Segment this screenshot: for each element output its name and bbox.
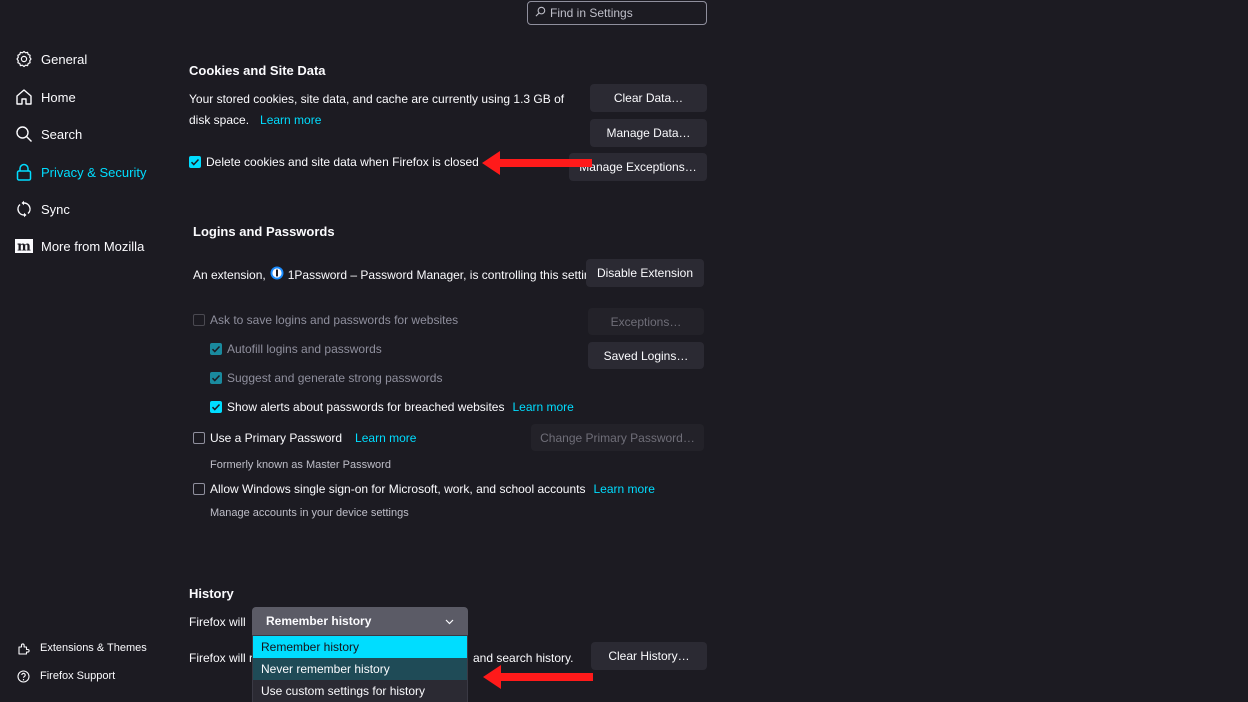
mozilla-icon: m — [15, 237, 33, 255]
cookies-description-line2: disk space. — [189, 113, 250, 127]
checkbox-unchecked[interactable] — [193, 483, 205, 495]
breach-learn-more-link[interactable]: Learn more — [512, 400, 573, 414]
sidebar-item-label: Home — [41, 89, 76, 105]
sidebar-item-label: Sync — [41, 201, 70, 217]
disable-extension-button[interactable]: Disable Extension — [586, 259, 704, 287]
primary-learn-more-link[interactable]: Learn more — [355, 431, 416, 445]
history-description-pre: Firefox will r — [189, 651, 254, 665]
sidebar-firefox-support[interactable]: Firefox Support — [17, 667, 115, 685]
saved-logins-button[interactable]: Saved Logins… — [588, 342, 704, 369]
search-input[interactable]: Find in Settings — [527, 1, 707, 25]
checkbox-checked[interactable] — [210, 343, 222, 355]
history-description-post: and search history. — [473, 651, 574, 665]
search-placeholder: Find in Settings — [550, 6, 633, 20]
delete-cookies-label: Delete cookies and site data when Firefo… — [206, 155, 479, 169]
sso-note: Manage accounts in your device settings — [210, 507, 409, 519]
gear-icon — [15, 50, 33, 68]
sidebar-extensions-themes[interactable]: Extensions & Themes — [17, 639, 147, 657]
delete-cookies-on-close-checkbox[interactable]: Delete cookies and site data when Firefo… — [189, 155, 479, 169]
sidebar-item-label: General — [41, 51, 88, 67]
firefox-will-label: Firefox will — [189, 615, 246, 629]
breach-alerts-checkbox[interactable]: Show alerts about passwords for breached… — [210, 400, 574, 414]
search-icon — [15, 125, 33, 143]
checkbox-checked[interactable] — [210, 401, 222, 413]
history-section-title: History — [189, 586, 234, 601]
sidebar-item-privacy-security[interactable]: Privacy & Security — [15, 161, 146, 183]
sidebar-item-label: Privacy & Security — [41, 164, 147, 180]
ask-to-save-logins-checkbox[interactable]: Ask to save logins and passwords for web… — [193, 313, 458, 327]
sidebar-item-home[interactable]: Home — [15, 86, 76, 108]
checkbox-unchecked[interactable] — [193, 432, 205, 444]
change-primary-password-button[interactable]: Change Primary Password… — [531, 424, 704, 451]
cookies-section-title: Cookies and Site Data — [189, 63, 326, 78]
history-option-custom[interactable]: Use custom settings for history — [253, 680, 467, 702]
sidebar-item-label: Search — [41, 126, 83, 142]
logins-section-title: Logins and Passwords — [193, 224, 335, 239]
sidebar-item-label: More from Mozilla — [41, 238, 145, 254]
windows-sso-checkbox[interactable]: Allow Windows single sign-on for Microso… — [193, 482, 655, 496]
sidebar-footer-label: Firefox Support — [40, 670, 116, 682]
history-dropdown-list: Remember history Never remember history … — [252, 635, 468, 702]
chevron-down-icon — [445, 614, 454, 628]
checkbox-checked[interactable] — [189, 156, 201, 168]
primary-password-checkbox[interactable]: Use a Primary Password Learn more — [193, 431, 416, 445]
breach-alerts-label: Show alerts about passwords for breached… — [227, 400, 505, 414]
history-select-value: Remember history — [266, 614, 372, 628]
svg-text:m: m — [17, 240, 31, 255]
autofill-label: Autofill logins and passwords — [227, 342, 382, 356]
sidebar-item-general[interactable]: General — [15, 48, 87, 70]
windows-sso-label: Allow Windows single sign-on for Microso… — [210, 482, 586, 496]
suggest-label: Suggest and generate strong passwords — [227, 371, 443, 385]
exceptions-button[interactable]: Exceptions… — [588, 308, 704, 335]
clear-history-button[interactable]: Clear History… — [591, 642, 707, 670]
checkbox-checked[interactable] — [210, 372, 222, 384]
primary-password-note: Formerly known as Master Password — [210, 459, 391, 471]
ask-to-save-label: Ask to save logins and passwords for web… — [210, 313, 459, 327]
autofill-logins-checkbox[interactable]: Autofill logins and passwords — [210, 342, 382, 356]
suggest-passwords-checkbox[interactable]: Suggest and generate strong passwords — [210, 371, 442, 385]
sso-learn-more-link[interactable]: Learn more — [594, 482, 655, 496]
cookies-description-line1: Your stored cookies, site data, and cach… — [189, 92, 565, 106]
primary-password-label: Use a Primary Password — [210, 431, 343, 445]
checkbox-unchecked[interactable] — [193, 314, 205, 326]
clear-data-button[interactable]: Clear Data… — [590, 84, 707, 112]
home-icon — [15, 88, 33, 106]
sidebar-item-search[interactable]: Search — [15, 123, 82, 145]
sidebar-footer-label: Extensions & Themes — [40, 642, 147, 654]
cookies-learn-more-link[interactable]: Learn more — [260, 113, 321, 127]
help-icon — [17, 669, 30, 683]
puzzle-icon — [17, 642, 30, 655]
history-option-never-remember[interactable]: Never remember history — [253, 658, 467, 680]
history-mode-select[interactable]: Remember history — [252, 607, 468, 635]
manage-data-button[interactable]: Manage Data… — [590, 119, 707, 147]
lock-icon — [15, 163, 33, 181]
sync-icon — [15, 200, 33, 218]
history-option-remember[interactable]: Remember history — [253, 636, 467, 658]
sidebar-item-sync[interactable]: Sync — [15, 198, 70, 220]
search-icon — [535, 6, 546, 20]
extension-control-notice: An extension, 1Password – Password Manag… — [193, 266, 601, 283]
notice-text-pre: An extension, — [193, 267, 266, 282]
manage-exceptions-button[interactable]: Manage Exceptions… — [569, 153, 707, 181]
notice-text-post: 1Password – Password Manager, is control… — [287, 267, 601, 282]
annotation-arrow — [483, 665, 593, 689]
sidebar-item-more-from-mozilla[interactable]: m More from Mozilla — [15, 235, 144, 257]
1password-icon — [270, 266, 284, 283]
